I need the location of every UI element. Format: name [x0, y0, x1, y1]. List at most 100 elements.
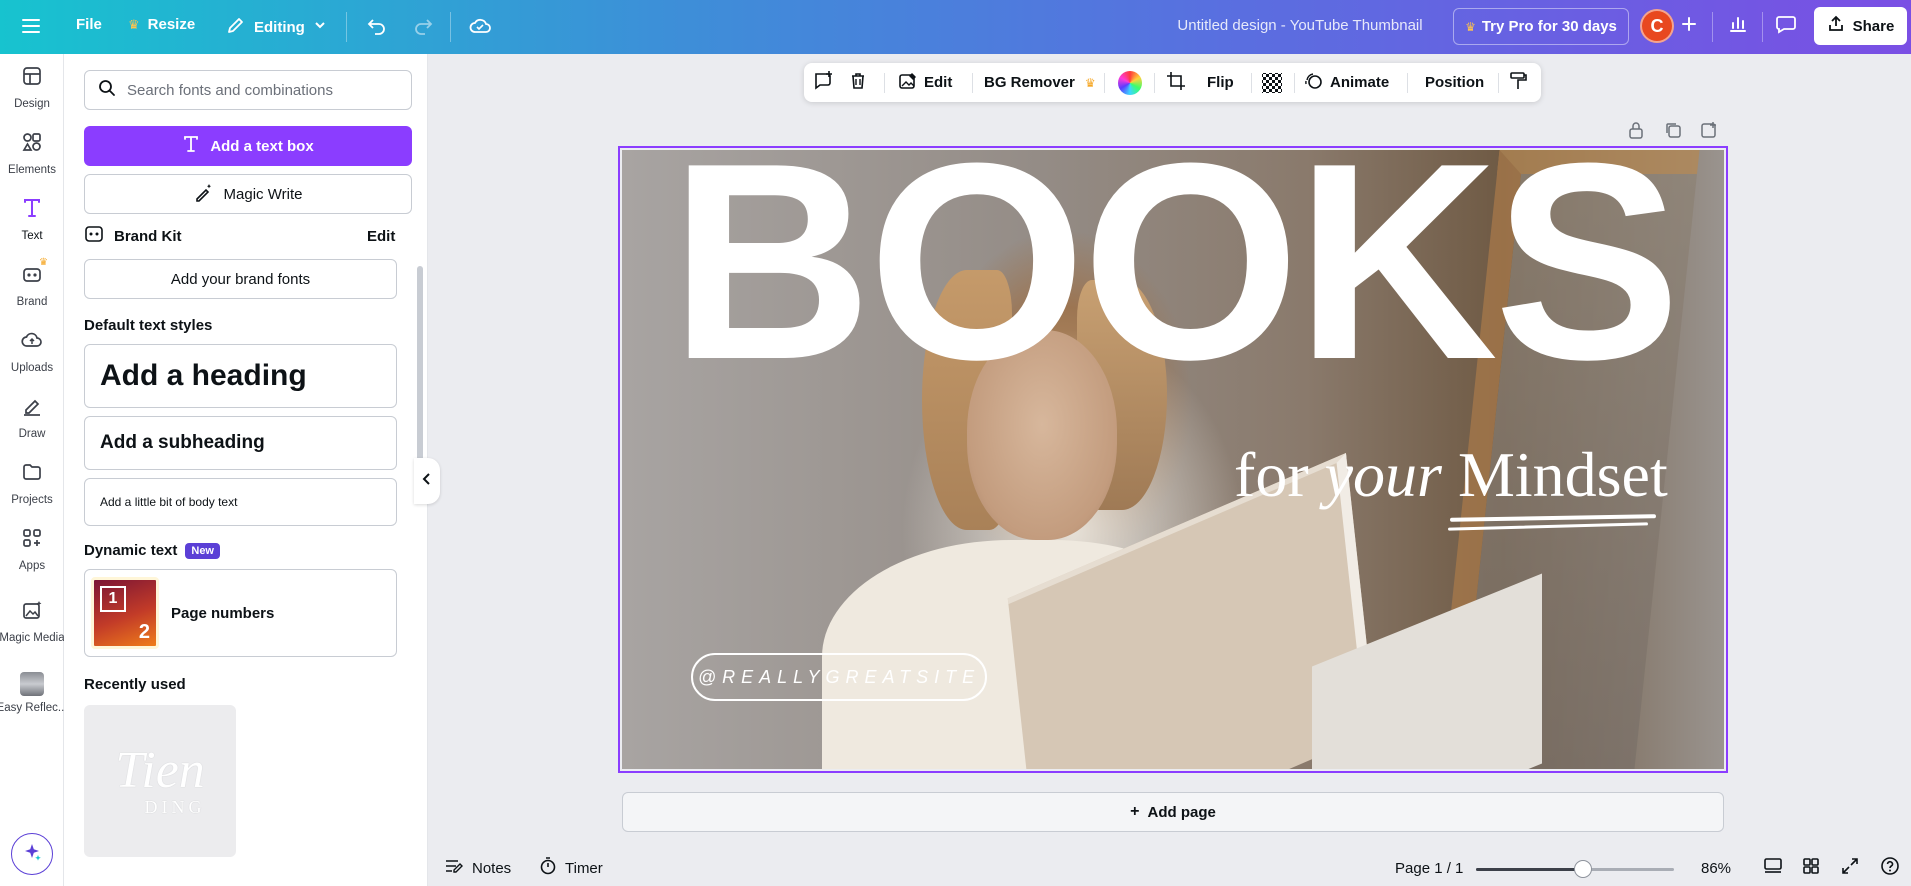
divider: [1294, 73, 1295, 93]
add-new-page-button[interactable]: [1700, 121, 1718, 144]
rail-item-draw[interactable]: Draw: [0, 384, 64, 450]
lock-icon: [1628, 122, 1644, 143]
font-search-input[interactable]: [127, 81, 407, 99]
handle-text: @REALLYGREATSITE: [697, 666, 981, 687]
document-title[interactable]: Untitled design - YouTube Thumbnail: [1150, 17, 1450, 34]
elements-icon: [21, 131, 43, 158]
rail-item-text[interactable]: Text: [0, 186, 64, 252]
rail-label: Projects: [11, 493, 53, 506]
zoom-slider-fill: [1476, 868, 1583, 871]
comment-add-button[interactable]: [812, 63, 834, 102]
recent-font-combination[interactable]: Tien DING: [84, 705, 236, 857]
page-numbers-card[interactable]: 1 2 Page numbers: [84, 569, 397, 657]
notes-icon: [444, 857, 464, 879]
add-text-box-button[interactable]: Add a text box: [84, 126, 412, 166]
editing-mode-button[interactable]: Editing: [226, 15, 327, 39]
lock-page-button[interactable]: [1628, 121, 1644, 144]
animate-button[interactable]: Animate: [1304, 63, 1389, 102]
delete-button[interactable]: [848, 63, 868, 102]
main-menu-button[interactable]: [20, 15, 42, 37]
timer-button[interactable]: Timer: [539, 850, 603, 886]
redo-button[interactable]: [412, 15, 434, 41]
cloud-check-icon: [468, 15, 492, 41]
add-page-button[interactable]: + Add page: [622, 792, 1724, 832]
body-text-label: Add a little bit of body text: [100, 495, 238, 509]
crop-button[interactable]: [1166, 63, 1186, 102]
rail-item-brand[interactable]: ♛ Brand: [0, 252, 64, 318]
color-adjust-button[interactable]: [1118, 63, 1142, 102]
magic-assistant-button[interactable]: [11, 833, 53, 875]
divider: [1251, 73, 1252, 93]
fullscreen-button[interactable]: [1841, 850, 1859, 886]
recent-font-script: Tien: [115, 741, 205, 799]
divider: [1407, 73, 1408, 93]
add-text-box-label: Add a text box: [210, 137, 314, 155]
position-button[interactable]: Position: [1425, 63, 1484, 102]
flip-button[interactable]: Flip: [1207, 63, 1234, 102]
add-subheading-card[interactable]: Add a subheading: [84, 416, 397, 470]
try-pro-button[interactable]: ♛ Try Pro for 30 days: [1453, 8, 1629, 45]
cloud-save-status[interactable]: [468, 15, 492, 41]
comments-button[interactable]: [1769, 9, 1803, 43]
resize-button[interactable]: ♛ Resize: [128, 16, 195, 33]
brand-kit-label: Brand Kit: [114, 227, 182, 245]
brand-kit-edit-link[interactable]: Edit: [367, 228, 395, 245]
tagline-text[interactable]: for your Mindset: [1234, 438, 1668, 512]
design-canvas[interactable]: BOOKS for your Mindset @REALLYGREATSITE: [622, 150, 1724, 769]
grid-view-button[interactable]: [1802, 850, 1820, 886]
zoom-level[interactable]: 86%: [1701, 850, 1731, 886]
undo-button[interactable]: [366, 15, 388, 41]
recently-used-title: Recently used: [84, 676, 186, 693]
collapse-panel-button[interactable]: [414, 458, 440, 504]
notes-button[interactable]: Notes: [444, 850, 511, 886]
paint-roller-icon: [1508, 71, 1528, 95]
add-body-text-card[interactable]: Add a little bit of body text: [84, 478, 397, 526]
invite-button[interactable]: [1672, 9, 1706, 43]
new-badge: New: [185, 543, 220, 560]
easy-reflection-icon: [20, 672, 44, 696]
zoom-label: 86%: [1701, 859, 1732, 877]
page-indicator[interactable]: Page 1 / 1: [1395, 850, 1463, 886]
rail-item-easy-reflection[interactable]: Easy Reflec...: [0, 660, 67, 726]
bg-remover-button[interactable]: BG Remover ♛: [984, 63, 1096, 102]
timer-icon: [539, 857, 557, 879]
page-number-frame: 1: [100, 586, 126, 612]
color-wheel-icon: [1118, 70, 1142, 95]
rail-item-apps[interactable]: Apps: [0, 516, 64, 582]
add-brand-fonts-button[interactable]: Add your brand fonts: [84, 259, 397, 299]
file-label: File: [76, 16, 102, 33]
help-button[interactable]: [1880, 850, 1900, 886]
transparency-button[interactable]: [1262, 63, 1282, 102]
sparkle-icon: [21, 841, 43, 868]
rail-item-uploads[interactable]: Uploads: [0, 318, 64, 384]
transparency-checker-icon: [1262, 72, 1282, 93]
file-menu-button[interactable]: File: [76, 16, 102, 33]
share-button[interactable]: Share: [1814, 7, 1907, 45]
rail-item-projects[interactable]: Projects: [0, 450, 64, 516]
magic-write-button[interactable]: Magic Write: [84, 174, 412, 214]
rail-item-elements[interactable]: Elements: [0, 120, 64, 186]
rail-item-design[interactable]: Design: [0, 54, 64, 120]
trash-icon: [848, 71, 868, 95]
zoom-slider[interactable]: [1476, 860, 1674, 878]
panel-scrollbar[interactable]: [417, 266, 423, 476]
plus-icon: [1680, 15, 1698, 38]
rail-item-magic-media[interactable]: Magic Media: [0, 588, 65, 654]
divider: [1498, 73, 1499, 93]
copy-style-button[interactable]: [1508, 63, 1528, 102]
handle-text-pill[interactable]: @REALLYGREATSITE: [691, 653, 987, 701]
add-heading-card[interactable]: Add a heading: [84, 344, 397, 408]
page-view-icon: [1763, 857, 1783, 879]
insights-button[interactable]: [1721, 9, 1755, 43]
zoom-slider-handle[interactable]: [1573, 860, 1592, 878]
page-indicator-label: Page 1 / 1: [1395, 859, 1464, 877]
help-icon: [1880, 856, 1900, 880]
headline-text[interactable]: BOOKS: [670, 150, 1681, 402]
duplicate-page-button[interactable]: [1664, 121, 1682, 144]
comment-icon: [1775, 14, 1797, 39]
edit-image-button[interactable]: Edit: [898, 63, 952, 102]
divider: [450, 12, 451, 42]
user-avatar[interactable]: C: [1640, 9, 1674, 43]
page-view-button[interactable]: [1763, 850, 1783, 886]
rail-label: Uploads: [10, 361, 54, 374]
